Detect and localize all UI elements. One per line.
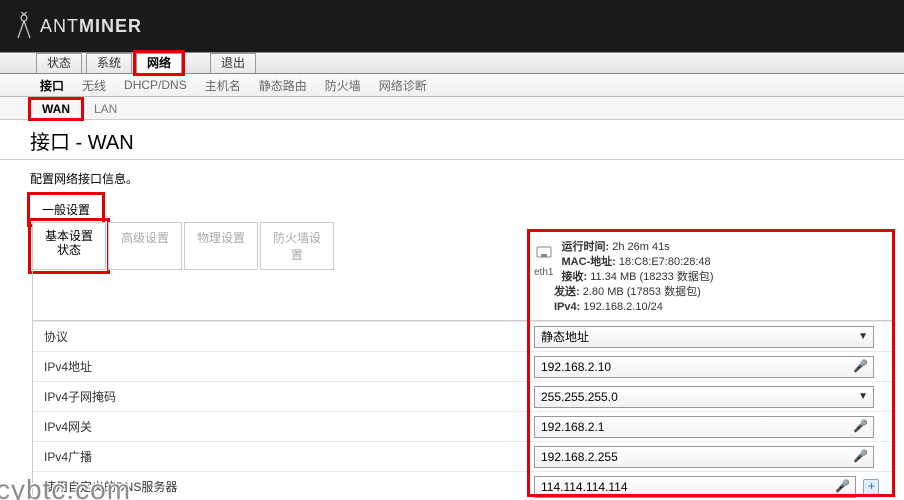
topnav-tab-logout[interactable]: 退出: [210, 53, 256, 73]
status-uptime: 运行时间: 2h 26m 41s: [554, 240, 888, 255]
ethernet-icon: eth1: [534, 246, 553, 280]
settings-tab-firewall[interactable]: 防火墙设置: [260, 222, 334, 270]
brand-text: ANTMINER: [40, 16, 142, 37]
iface-tab-lan[interactable]: LAN: [82, 99, 129, 119]
fieldset-legend: 一般设置: [32, 197, 100, 222]
label-ipv4-broadcast: IPv4广播: [32, 448, 534, 465]
status-tx: 发送: 2.80 MB (17853 数据包): [554, 285, 888, 300]
subnav-interfaces[interactable]: 接口: [40, 77, 64, 94]
settings-tab-advanced[interactable]: 高级设置: [108, 222, 182, 270]
subnav-dhcp-dns[interactable]: DHCP/DNS: [124, 78, 187, 92]
status-rx: 接收: 11.34 MB (18233 数据包): [554, 270, 888, 285]
status-mac: MAC-地址: 18:C8:E7:80:28:48: [554, 255, 888, 270]
iface-tab-wan[interactable]: WAN: [30, 99, 82, 119]
app-header: ANTMINER: [0, 0, 904, 52]
sub-nav: 接口 无线 DHCP/DNS 主机名 静态路由 防火墙 网络诊断: [0, 74, 904, 97]
top-nav: 状态 系统 网络 退出: [0, 52, 904, 74]
watermark-text: cybtc.com: [0, 474, 131, 500]
settings-tab-basic-status[interactable]: 基本设置 状态: [32, 222, 106, 270]
label-protocol: 协议: [32, 328, 534, 345]
page-description: 配置网络接口信息。: [0, 160, 904, 197]
interface-tabs: WAN LAN: [0, 97, 904, 120]
subnav-firewall[interactable]: 防火墙: [325, 77, 361, 94]
subnav-hostnames[interactable]: 主机名: [205, 77, 241, 94]
status-ipv4: IPv4: 192.168.2.10/24: [554, 300, 888, 315]
status-info-box: eth1 运行时间: 2h 26m 41s MAC-地址: 18:C8:E7:8…: [530, 232, 892, 494]
topnav-tab-system[interactable]: 系统: [86, 53, 132, 73]
page-title: 接口 - WAN: [0, 120, 904, 160]
antminer-logo-icon: [14, 12, 34, 40]
label-ipv4-netmask: IPv4子网掩码: [32, 388, 534, 405]
topnav-tab-status[interactable]: 状态: [36, 53, 82, 73]
topnav-tab-network[interactable]: 网络: [136, 53, 182, 73]
subnav-static-routes[interactable]: 静态路由: [259, 77, 307, 94]
label-ipv4-address: IPv4地址: [32, 358, 534, 375]
settings-tab-physical[interactable]: 物理设置: [184, 222, 258, 270]
subnav-diagnostics[interactable]: 网络诊断: [379, 77, 427, 94]
subnav-wireless[interactable]: 无线: [82, 77, 106, 94]
label-ipv4-gateway: IPv4网关: [32, 418, 534, 435]
